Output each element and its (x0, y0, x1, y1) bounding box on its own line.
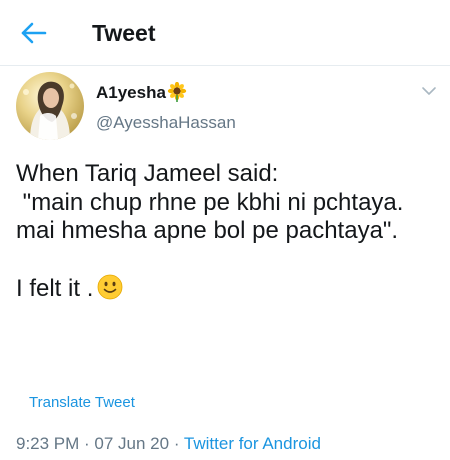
tweet-time: 9:23 PM (16, 434, 80, 453)
tweet-author: A1yesha @AyesshaHassan (0, 66, 450, 150)
page-title: Tweet (92, 20, 156, 46)
top-bar: Tweet (0, 0, 450, 66)
tweet-line: When Tariq Jameel said: (16, 160, 279, 187)
slightly-smiling-face-emoji (97, 274, 123, 300)
tweet-metadata: 9:23 PM · 07 Jun 20 · Twitter for Androi… (16, 432, 321, 456)
avatar[interactable] (16, 72, 84, 140)
profile-photo (16, 72, 84, 140)
chevron-down-icon (422, 87, 436, 95)
tweet-source-link[interactable]: Twitter for Android (184, 434, 321, 453)
display-name[interactable]: A1yesha (96, 82, 187, 104)
translate-tweet-link[interactable]: Translate Tweet (29, 393, 135, 413)
tweet-body: When Tariq Jameel said: "main chup rhne … (16, 160, 436, 304)
tweet-line: "main chup rhne pe kbhi ni pchtaya. mai … (16, 188, 411, 245)
separator-dot: · (169, 434, 184, 453)
sunflower-emoji (167, 82, 187, 102)
back-button[interactable] (20, 20, 48, 46)
tweet-line: I felt it . (16, 275, 94, 302)
display-name-text: A1yesha (96, 83, 166, 102)
arrow-left-icon (21, 22, 47, 44)
tweet-date: 07 Jun 20 (94, 434, 170, 453)
tweet-options-button[interactable] (420, 84, 438, 98)
separator-dot: · (79, 434, 95, 453)
user-handle[interactable]: @AyesshaHassan (96, 112, 236, 134)
